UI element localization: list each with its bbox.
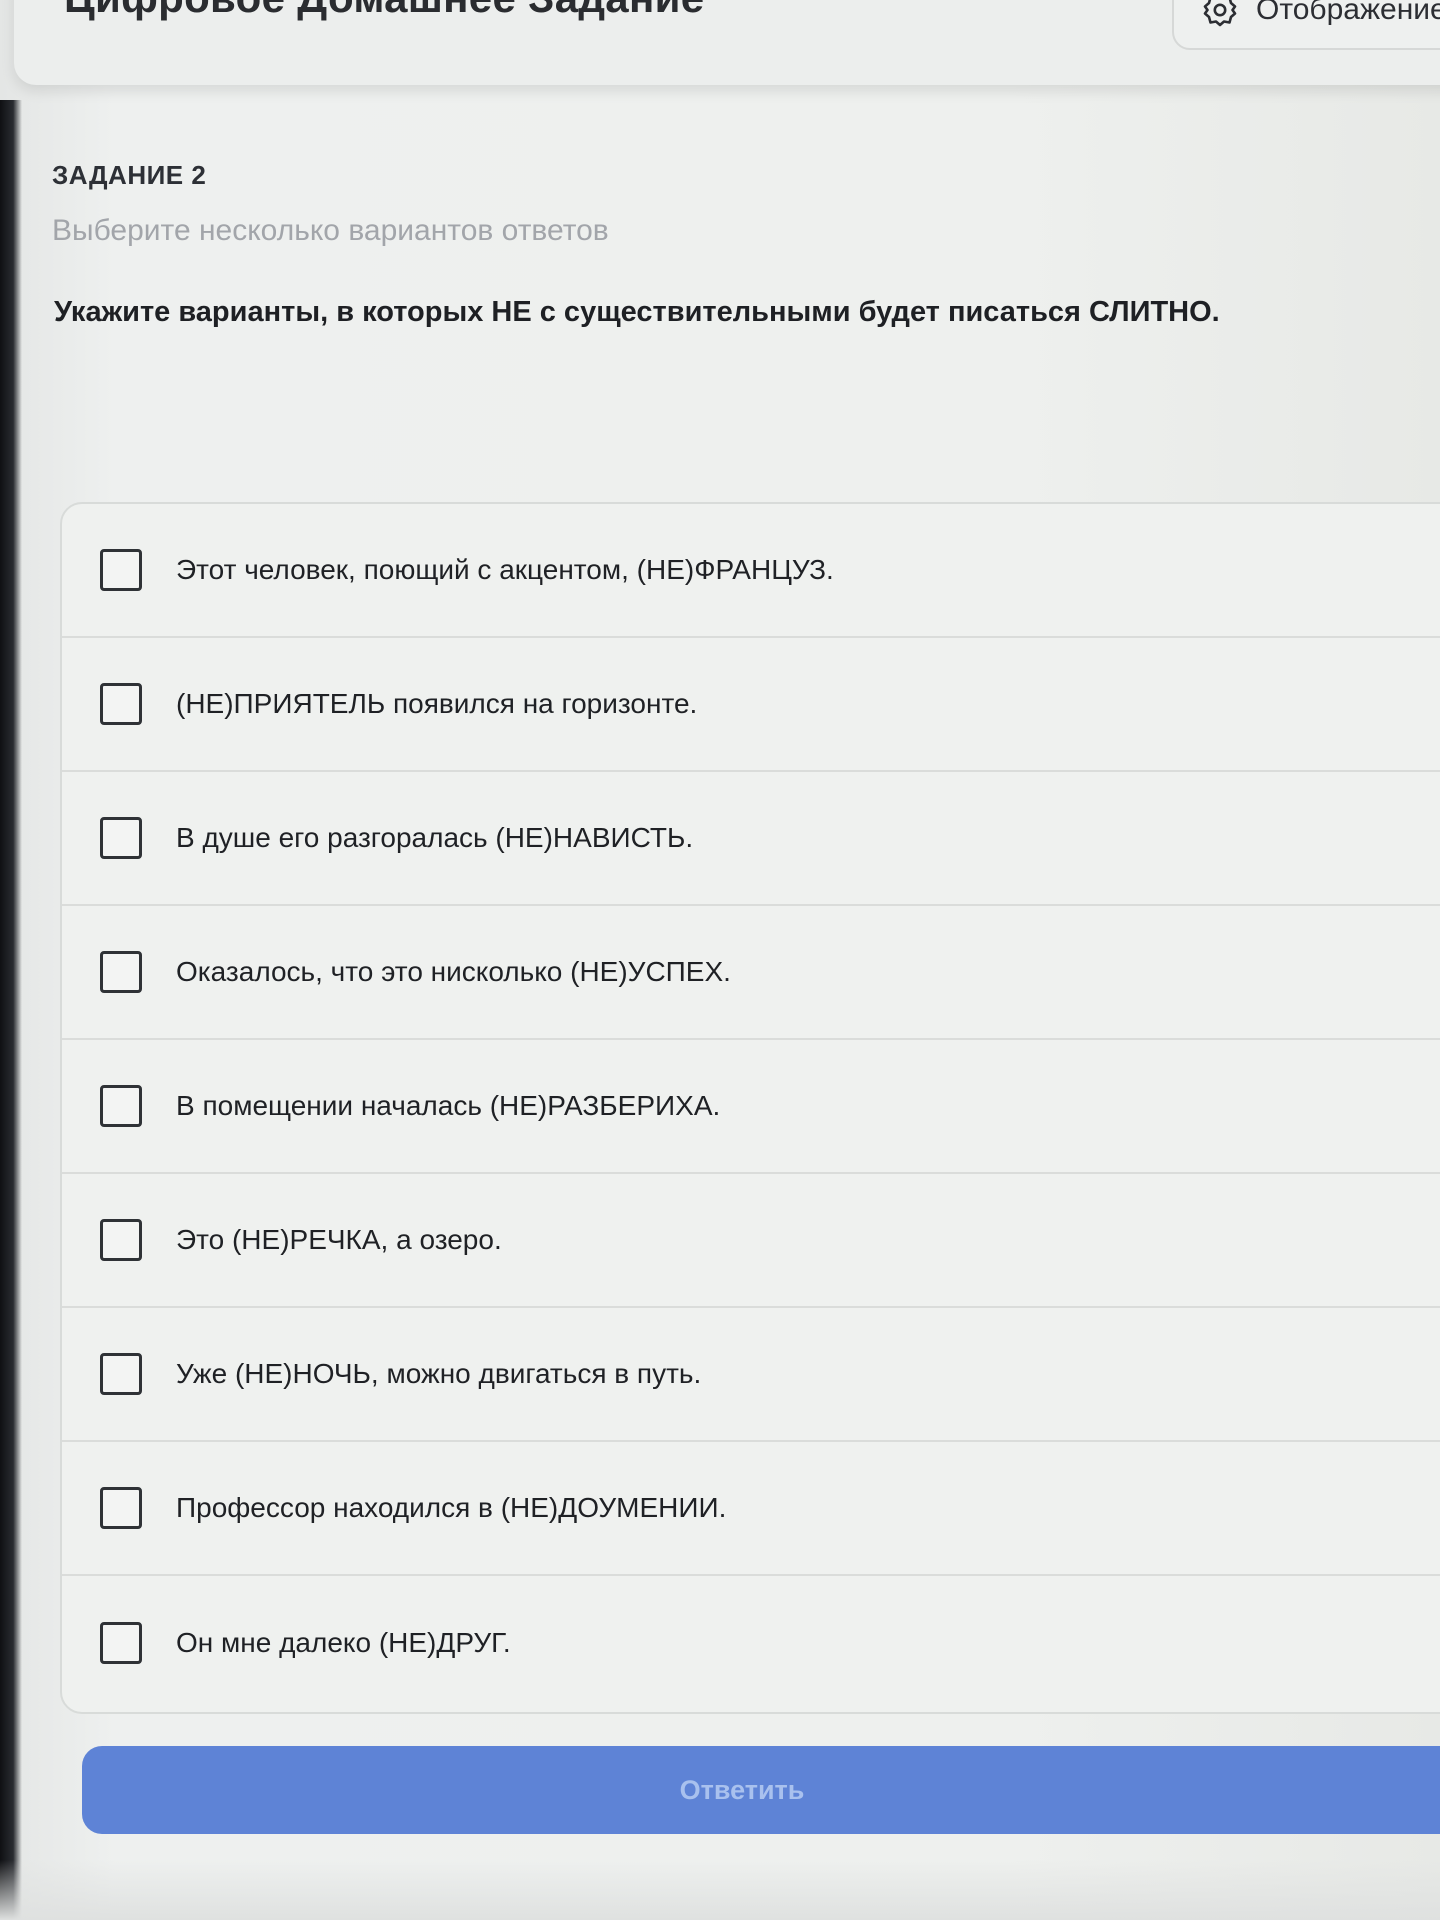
app-header: Цифровое Домашнее Задание Отображение [14, 0, 1440, 85]
option-label: В помещении началась (НЕ)РАЗБЕРИХА. [176, 1090, 721, 1121]
option-label: Этот человек, поющий с акцентом, (НЕ)ФРА… [176, 554, 834, 585]
option-label: Профессор находился в (НЕ)ДОУМЕНИИ. [176, 1492, 727, 1523]
gear-icon [1202, 0, 1238, 28]
option-checkbox[interactable] [100, 549, 142, 591]
answer-options-list: Этот человек, поющий с акцентом, (НЕ)ФРА… [60, 502, 1440, 1714]
submit-answer-button[interactable]: Ответить [82, 1746, 1440, 1834]
task-hint: Выберите несколько вариантов ответов [52, 214, 609, 247]
display-settings-label: Отображение [1256, 0, 1440, 26]
option-label: Оказалось, что это нисколько (НЕ)УСПЕХ. [176, 956, 731, 987]
answer-option-7[interactable]: Уже (НЕ)НОЧЬ, можно двигаться в путь. [62, 1308, 1440, 1442]
answer-option-5[interactable]: В помещении началась (НЕ)РАЗБЕРИХА. [62, 1040, 1440, 1174]
bottom-shade [0, 1860, 1440, 1920]
option-checkbox[interactable] [100, 817, 142, 859]
answer-option-8[interactable]: Профессор находился в (НЕ)ДОУМЕНИИ. [62, 1442, 1440, 1576]
screen: Цифровое Домашнее Задание Отображение ЗА… [0, 0, 1440, 1920]
option-checkbox[interactable] [100, 683, 142, 725]
option-checkbox[interactable] [100, 1487, 142, 1529]
option-label: В душе его разгоралась (НЕ)НАВИСТЬ. [176, 822, 694, 853]
answer-option-1[interactable]: Этот человек, поющий с акцентом, (НЕ)ФРА… [62, 504, 1440, 638]
option-checkbox[interactable] [100, 951, 142, 993]
submit-answer-label: Ответить [679, 1774, 805, 1805]
option-label: (НЕ)ПРИЯТЕЛЬ появился на горизонте. [176, 688, 698, 719]
answer-option-6[interactable]: Это (НЕ)РЕЧКА, а озеро. [62, 1174, 1440, 1308]
option-label: Это (НЕ)РЕЧКА, а озеро. [176, 1224, 502, 1255]
app-title: Цифровое Домашнее Задание [64, 0, 704, 22]
task-number: ЗАДАНИЕ 2 [52, 160, 207, 190]
answer-option-4[interactable]: Оказалось, что это нисколько (НЕ)УСПЕХ. [62, 906, 1440, 1040]
option-label: Он мне далеко (НЕ)ДРУГ. [176, 1627, 511, 1658]
device-bezel [0, 100, 22, 1920]
question-text: Укажите варианты, в которых НЕ с существ… [54, 296, 1220, 328]
answer-option-9[interactable]: Он мне далеко (НЕ)ДРУГ. [62, 1576, 1440, 1710]
answer-option-3[interactable]: В душе его разгоралась (НЕ)НАВИСТЬ. [62, 772, 1440, 906]
option-checkbox[interactable] [100, 1219, 142, 1261]
option-label: Уже (НЕ)НОЧЬ, можно двигаться в путь. [176, 1358, 702, 1389]
answer-option-2[interactable]: (НЕ)ПРИЯТЕЛЬ появился на горизонте. [62, 638, 1440, 772]
option-checkbox[interactable] [100, 1622, 142, 1664]
option-checkbox[interactable] [100, 1085, 142, 1127]
display-settings-button[interactable]: Отображение [1172, 0, 1440, 50]
option-checkbox[interactable] [100, 1353, 142, 1395]
